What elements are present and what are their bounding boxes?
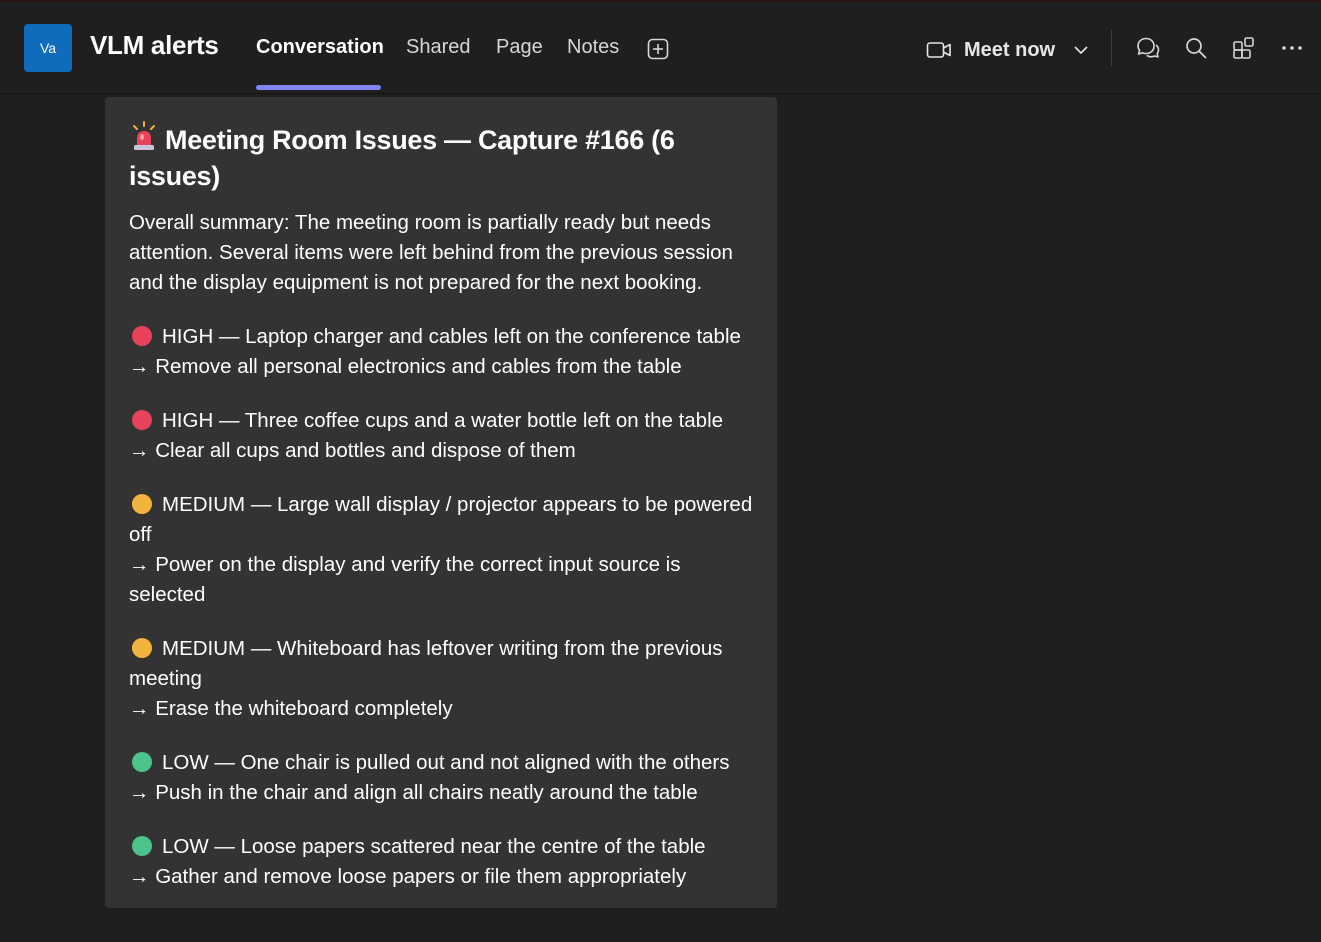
top-bar: Va VLM alerts Conversation Shared Page N… bbox=[0, 0, 1321, 94]
overall-summary: Overall summary: The meeting room is par… bbox=[129, 211, 733, 294]
severity-dot bbox=[132, 410, 152, 430]
issue-item: LOW — Loose papers scattered near the ce… bbox=[129, 832, 753, 892]
severity-dot bbox=[132, 326, 152, 346]
avatar-initials: Va bbox=[39, 40, 57, 56]
chevron-down-icon[interactable] bbox=[1073, 42, 1089, 58]
siren-icon bbox=[133, 121, 155, 150]
issue-action: → Gather and remove loose papers or file… bbox=[129, 865, 687, 888]
issue-action: → Erase the whiteboard completely bbox=[129, 697, 453, 720]
tab-shared[interactable]: Shared bbox=[406, 36, 471, 59]
issue-description: HIGH — Laptop charger and cables left on… bbox=[162, 325, 741, 348]
chat-icon[interactable] bbox=[1135, 35, 1161, 61]
issue-item: LOW — One chair is pulled out and not al… bbox=[129, 748, 753, 808]
issue-description: HIGH — Three coffee cups and a water bot… bbox=[162, 409, 724, 432]
issue-action: → Clear all cups and bottles and dispose… bbox=[129, 439, 576, 462]
channel-title: VLM alerts bbox=[90, 30, 219, 60]
tab-notes[interactable]: Notes bbox=[567, 36, 619, 59]
issue-description: MEDIUM — Whiteboard has leftover writing… bbox=[129, 637, 723, 690]
card-title-row: Meeting Room Issues — Capture #166 (6 is… bbox=[129, 121, 753, 194]
issue-item: MEDIUM — Whiteboard has leftover writing… bbox=[129, 634, 753, 724]
issue-description: MEDIUM — Large wall display / projector … bbox=[129, 493, 753, 546]
video-camera-icon bbox=[926, 42, 951, 58]
active-tab-indicator bbox=[256, 85, 381, 90]
issue-item: MEDIUM — Large wall display / projector … bbox=[129, 490, 753, 610]
toolbar-divider bbox=[1111, 30, 1112, 66]
add-tab-icon[interactable] bbox=[647, 38, 669, 60]
severity-dot bbox=[132, 752, 152, 772]
severity-dot bbox=[132, 494, 152, 514]
severity-dot bbox=[132, 638, 152, 658]
tab-page[interactable]: Page bbox=[496, 36, 543, 59]
channel-avatar[interactable]: Va bbox=[24, 24, 72, 72]
more-options-icon[interactable] bbox=[1279, 35, 1305, 61]
meet-now-label: Meet now bbox=[964, 38, 1056, 61]
alert-card: Meeting Room Issues — Capture #166 (6 is… bbox=[105, 97, 777, 908]
window-top-edge bbox=[0, 0, 1321, 2]
apps-icon[interactable] bbox=[1231, 35, 1257, 61]
issue-description: LOW — Loose papers scattered near the ce… bbox=[162, 835, 706, 858]
issue-action: → Power on the display and verify the co… bbox=[129, 553, 681, 606]
issue-action: → Remove all personal electronics and ca… bbox=[129, 355, 682, 378]
tab-conversation[interactable]: Conversation bbox=[256, 36, 384, 59]
issue-item: HIGH — Laptop charger and cables left on… bbox=[129, 322, 753, 382]
meet-now-button[interactable]: Meet now bbox=[926, 34, 1089, 66]
card-title: Meeting Room Issues — Capture #166 (6 is… bbox=[129, 125, 675, 191]
severity-dot bbox=[132, 836, 152, 856]
issue-description: LOW — One chair is pulled out and not al… bbox=[162, 751, 730, 774]
issue-action: → Push in the chair and align all chairs… bbox=[129, 781, 698, 804]
issue-item: HIGH — Three coffee cups and a water bot… bbox=[129, 406, 753, 466]
search-icon[interactable] bbox=[1183, 35, 1209, 61]
